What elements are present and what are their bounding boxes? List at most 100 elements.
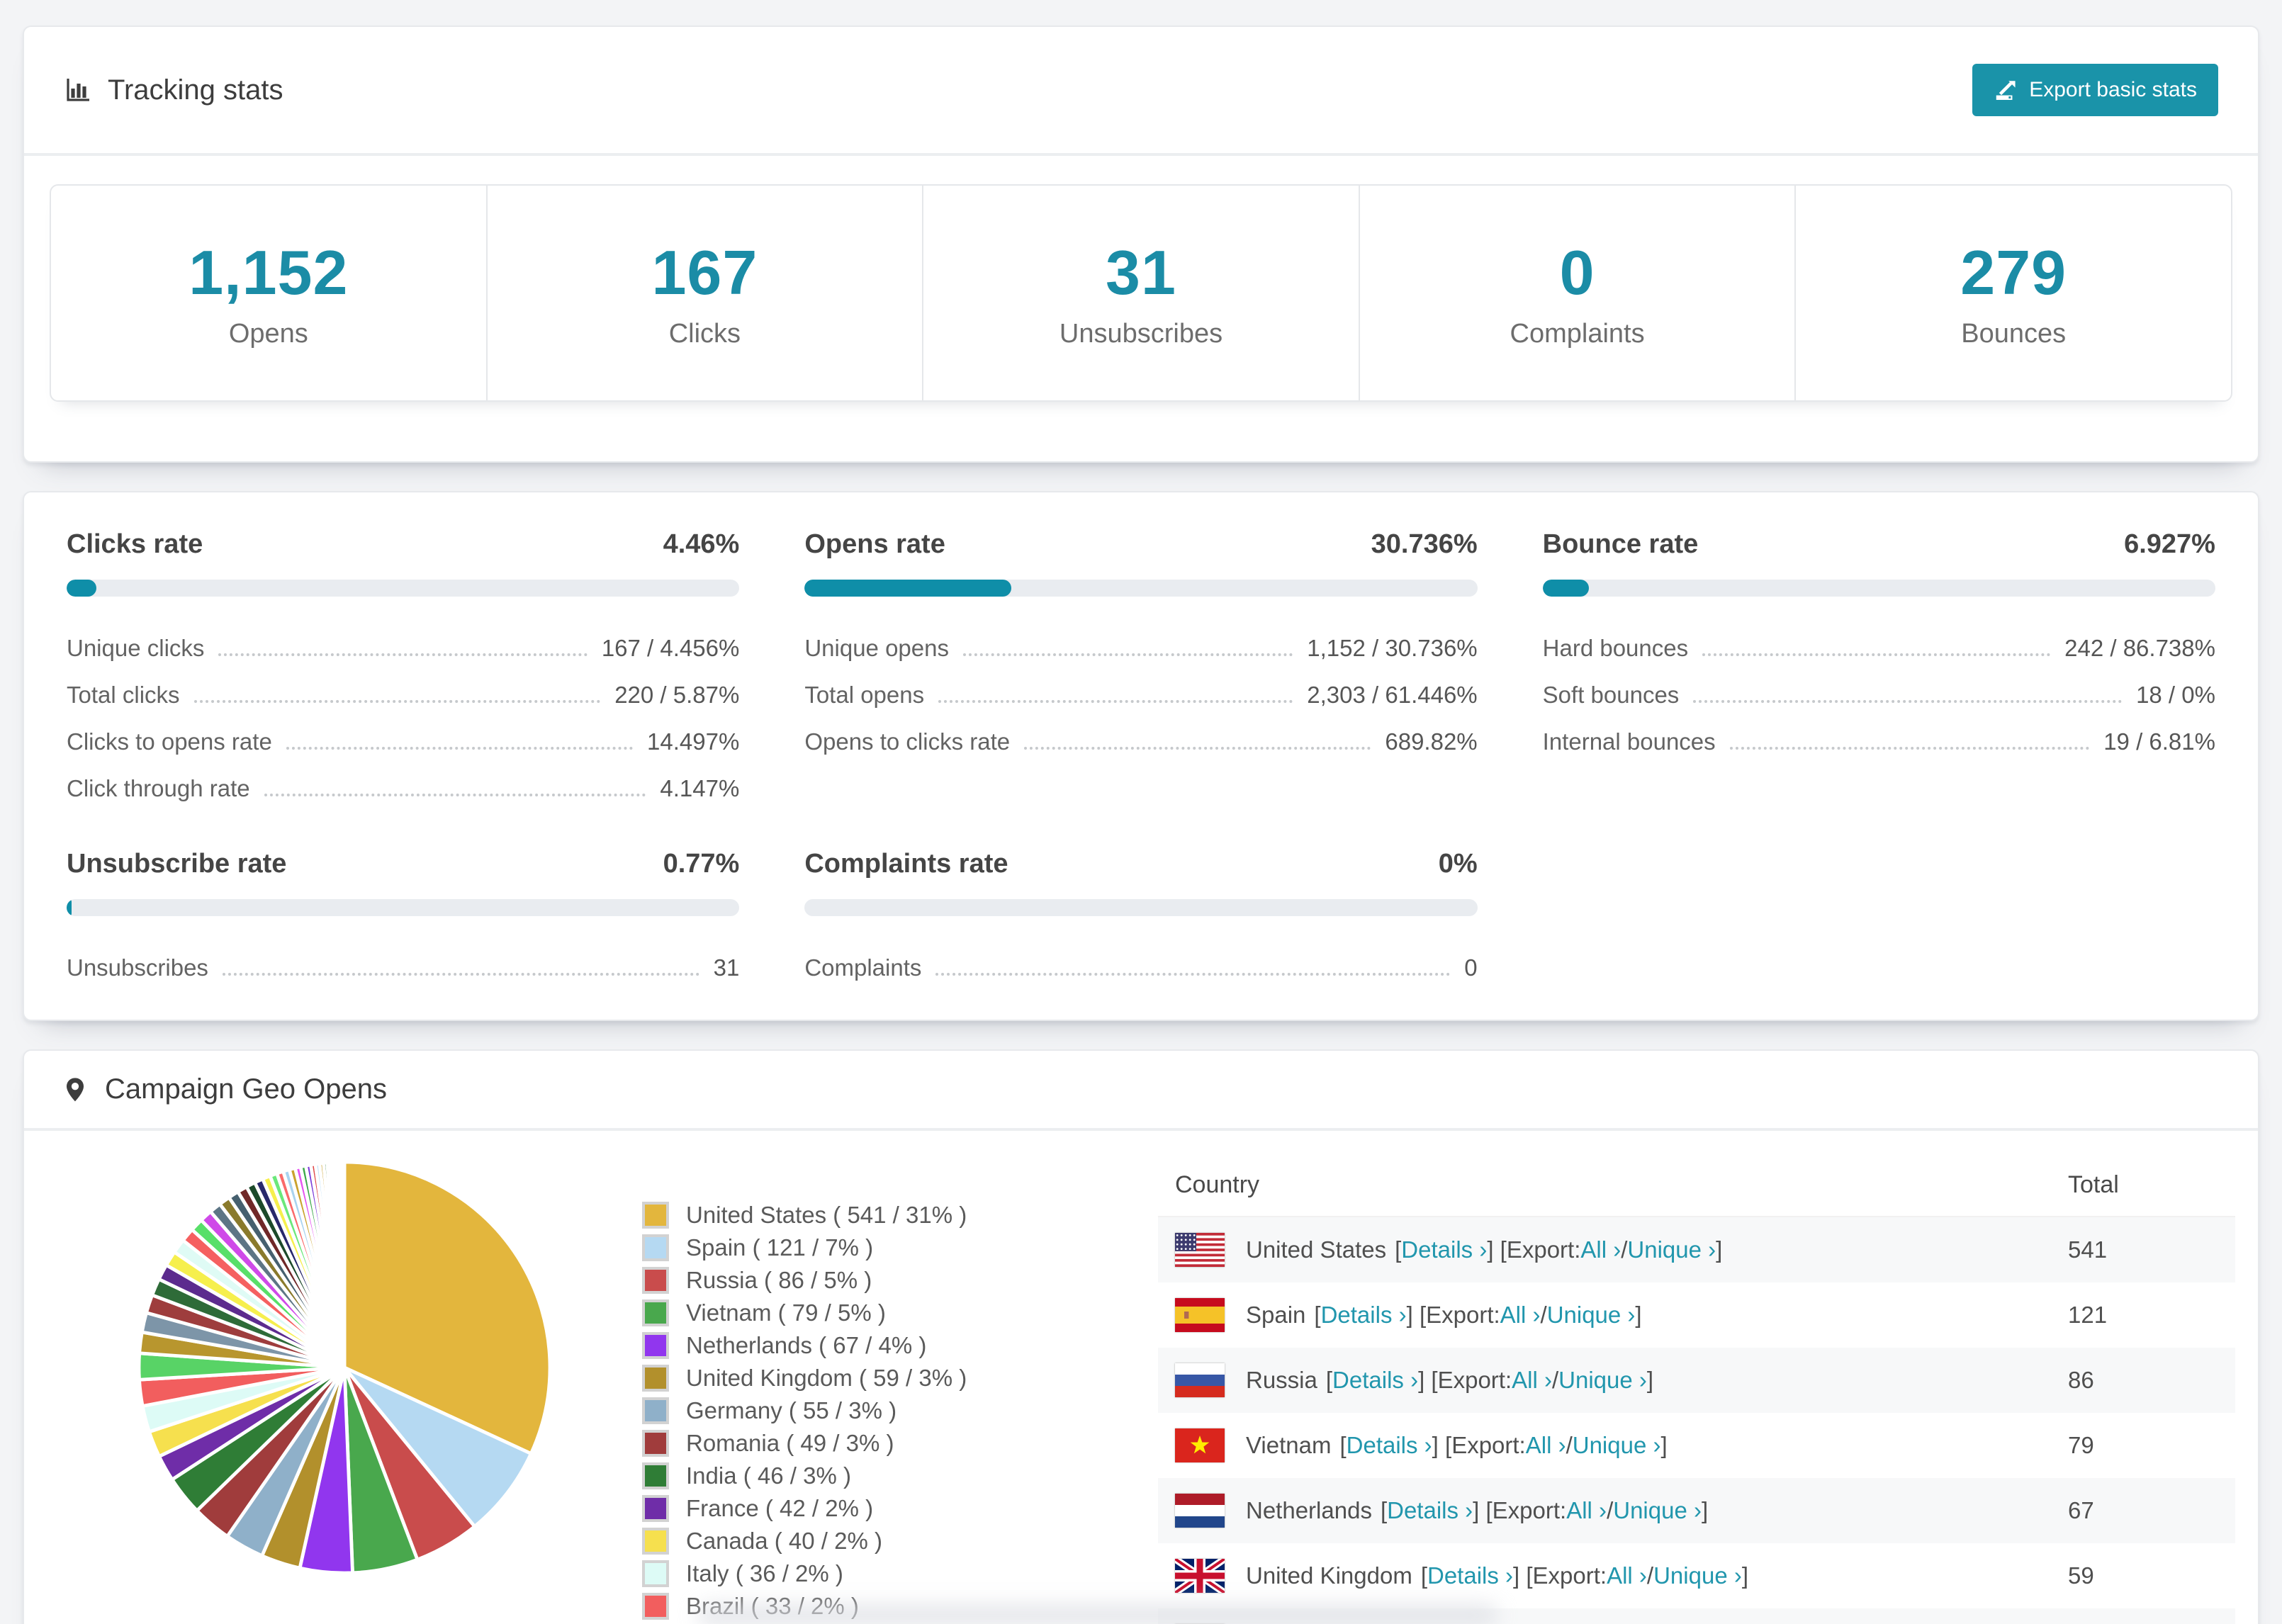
- map-pin-icon: [67, 1077, 84, 1101]
- rate-title: Clicks rate: [67, 529, 203, 559]
- legend-item[interactable]: Netherlands ( 67 / 4% ): [642, 1332, 1110, 1359]
- stat-value: 1,152: [189, 237, 349, 308]
- progress-fill: [67, 580, 97, 597]
- legend-item[interactable]: Germany ( 55 / 3% ): [642, 1397, 1110, 1424]
- export-unique-link[interactable]: Unique ›: [1573, 1432, 1661, 1459]
- export-all-link[interactable]: All ›: [1512, 1367, 1552, 1394]
- export-unique-link[interactable]: Unique ›: [1627, 1236, 1716, 1263]
- export-basic-stats-button[interactable]: Export basic stats: [1972, 64, 2218, 116]
- pie-slice[interactable]: [342, 1160, 347, 1370]
- geo-title: Campaign Geo Opens: [61, 1073, 387, 1105]
- legend-item[interactable]: Russia ( 86 / 5% ): [642, 1267, 1110, 1294]
- rate-detail-row: Hard bounces 242 / 86.738%: [1543, 625, 2215, 672]
- detail-value: 242 / 86.738%: [2064, 635, 2215, 661]
- dotted-leader: [1024, 747, 1371, 750]
- legend-swatch: [642, 1365, 669, 1392]
- legend-label: India ( 46 / 3% ): [686, 1462, 851, 1489]
- legend-swatch: [642, 1593, 669, 1620]
- rate-value: 30.736%: [1371, 529, 1478, 559]
- legend-swatch: [642, 1234, 669, 1261]
- legend-swatch: [642, 1430, 669, 1457]
- export-all-link[interactable]: All ›: [1580, 1236, 1621, 1263]
- rate-value: 6.927%: [2124, 529, 2215, 559]
- legend-label: Spain ( 121 / 7% ): [686, 1234, 874, 1261]
- campaign-geo-opens-card: Campaign Geo Opens United States ( 541 /…: [23, 1049, 2259, 1624]
- flag-us-icon: [1175, 1233, 1225, 1267]
- detail-label: Internal bounces: [1542, 728, 1716, 755]
- legend-swatch: [642, 1332, 669, 1359]
- legend-swatch: [642, 1462, 669, 1489]
- legend-item[interactable]: Romania ( 49 / 3% ): [642, 1430, 1110, 1457]
- rate-head: Bounce rate 6.927%: [1543, 529, 2215, 560]
- dashboard-page: Tracking stats Export basic stats 1,152 O…: [0, 0, 2282, 1624]
- dotted-leader: [264, 794, 646, 796]
- country-cell: United States[Details ›] [Export: All › …: [1175, 1233, 2068, 1267]
- details-link[interactable]: Details ›: [1401, 1236, 1487, 1263]
- stat-label: Complaints: [1510, 319, 1645, 349]
- legend-label: United Kingdom ( 59 / 3% ): [686, 1365, 967, 1391]
- tracking-stats-header: Tracking stats Export basic stats: [24, 27, 2258, 156]
- detail-value: 220 / 5.87%: [614, 682, 740, 708]
- legend-item[interactable]: Spain ( 121 / 7% ): [642, 1234, 1110, 1261]
- bottom-scroll-shadow: [697, 1604, 1498, 1624]
- detail-value: 18 / 0%: [2136, 682, 2215, 708]
- export-unique-link[interactable]: Unique ›: [1547, 1302, 1636, 1329]
- legend-item[interactable]: France ( 42 / 2% ): [642, 1495, 1110, 1522]
- stat-label: Opens: [228, 319, 308, 349]
- progress-fill: [1542, 580, 1590, 597]
- details-link[interactable]: Details ›: [1321, 1302, 1407, 1329]
- legend-item[interactable]: Vietnam ( 79 / 5% ): [642, 1299, 1110, 1326]
- legend-label: Italy ( 36 / 2% ): [686, 1560, 843, 1586]
- export-unique-link[interactable]: Unique ›: [1558, 1367, 1647, 1394]
- tracking-stats-title-text: Tracking stats: [108, 74, 283, 106]
- country-cell: Russia[Details ›] [Export: All › / Uniqu…: [1175, 1363, 2068, 1397]
- legend-item[interactable]: United States ( 541 / 31% ): [642, 1202, 1110, 1229]
- details-link[interactable]: Details ›: [1332, 1367, 1418, 1394]
- table-row: Spain[Details ›] [Export: All › / Unique…: [1158, 1282, 2235, 1348]
- geo-pie-wrap: [47, 1154, 642, 1624]
- dotted-leader: [1693, 700, 2123, 703]
- export-all-link[interactable]: All ›: [1566, 1497, 1607, 1524]
- detail-label: Unique clicks: [67, 635, 205, 661]
- detail-label: Total opens: [804, 682, 925, 708]
- rates-card: Clicks rate 4.46% Unique clicks 167 / 4.456…: [23, 491, 2259, 1021]
- geo-legend: United States ( 541 / 31% ) Spain ( 121 /…: [642, 1154, 1110, 1624]
- table-header: Country Total: [1158, 1154, 2235, 1217]
- export-unique-link[interactable]: Unique ›: [1613, 1497, 1702, 1524]
- detail-label: Soft bounces: [1542, 682, 1680, 708]
- progress-bar: [67, 580, 740, 597]
- rate-title: Bounce rate: [1542, 529, 1699, 559]
- rate-detail-row: Unsubscribes 31: [67, 944, 739, 991]
- details-link[interactable]: Details ›: [1427, 1562, 1513, 1589]
- dotted-leader: [1729, 747, 2090, 750]
- legend-item[interactable]: United Kingdom ( 59 / 3% ): [642, 1365, 1110, 1392]
- detail-label: Click through rate: [67, 775, 250, 801]
- detail-label: Hard bounces: [1542, 635, 1689, 661]
- geo-pie-chart: [137, 1160, 552, 1575]
- legend-item[interactable]: Canada ( 40 / 2% ): [642, 1528, 1110, 1555]
- legend-label: Germany ( 55 / 3% ): [686, 1397, 897, 1423]
- export-all-link[interactable]: All ›: [1607, 1562, 1647, 1589]
- dotted-leader: [286, 747, 634, 750]
- legend-item[interactable]: India ( 46 / 3% ): [642, 1462, 1110, 1489]
- rate-detail-row: Opens to clicks rate 689.82%: [804, 718, 1477, 765]
- rate-value: 4.46%: [663, 529, 740, 559]
- progress-bar: [804, 899, 1478, 916]
- country-cell: Spain[Details ›] [Export: All › / Unique…: [1175, 1298, 2068, 1332]
- bar-chart-icon: [67, 79, 89, 101]
- details-link[interactable]: Details ›: [1347, 1432, 1432, 1459]
- geo-table: Country Total United States[Details ›] […: [1158, 1154, 2235, 1624]
- rate-value: 0%: [1438, 849, 1478, 879]
- export-all-link[interactable]: All ›: [1526, 1432, 1566, 1459]
- geo-content: United States ( 541 / 31% ) Spain ( 121 /…: [24, 1131, 2258, 1624]
- progress-bar: [1542, 580, 2215, 597]
- rate-head: Unsubscribe rate 0.77%: [67, 849, 739, 879]
- details-link[interactable]: Details ›: [1387, 1497, 1473, 1524]
- table-row: United Kingdom[Details ›] [Export: All ›…: [1158, 1543, 2235, 1608]
- export-all-link[interactable]: All ›: [1500, 1302, 1541, 1329]
- detail-value: 31: [713, 954, 740, 981]
- legend-item[interactable]: Italy ( 36 / 2% ): [642, 1560, 1110, 1587]
- export-unique-link[interactable]: Unique ›: [1653, 1562, 1742, 1589]
- total-cell: 79: [2068, 1432, 2094, 1458]
- rate-detail-row: Total opens 2,303 / 61.446%: [804, 672, 1477, 718]
